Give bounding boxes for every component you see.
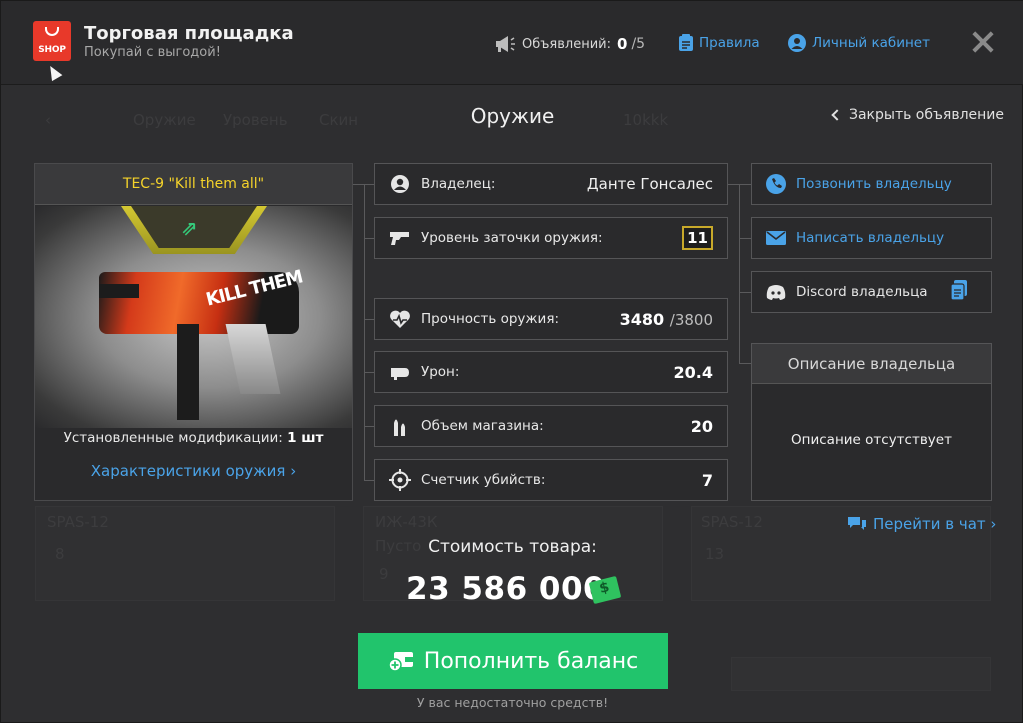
mods-label: Установленные модификации:	[63, 430, 283, 446]
kills-label: Счетчик убийств:	[421, 472, 546, 488]
call-owner-label: Позвонить владельцу	[796, 176, 952, 192]
owner-description-title: Описание владельца	[752, 344, 991, 384]
ads-label: Объявлений:	[522, 36, 612, 52]
kills-value: 7	[701, 470, 713, 490]
bullet-icon	[389, 361, 411, 383]
connector-line	[364, 184, 374, 185]
app-subtitle: Покупай с выгодой!	[84, 45, 221, 60]
shop-logo: SHOP	[33, 21, 71, 61]
megaphone-icon	[496, 36, 515, 52]
stat-owner: Владелец: Данте Гонсалес	[374, 163, 728, 205]
connector-line	[364, 372, 374, 373]
upgrade-value: 11	[682, 226, 713, 250]
wallet-add-icon	[388, 650, 414, 672]
write-owner-button[interactable]: Написать владельцу	[751, 217, 992, 259]
close-icon[interactable]	[970, 29, 996, 55]
bag-handle-icon	[45, 27, 59, 36]
heartbeat-icon	[389, 308, 411, 330]
copy-icon[interactable]	[950, 280, 967, 304]
mods-row: Установленные модификации: 1 шт	[35, 430, 352, 446]
connector-line	[364, 319, 374, 320]
ghost-card-title: SPAS-12	[47, 513, 109, 531]
logo-text: SHOP	[38, 45, 66, 55]
connector-line	[364, 426, 374, 427]
close-ad-button[interactable]: Закрыть объявление	[831, 107, 1004, 123]
connector-line	[739, 292, 751, 293]
write-owner-label: Написать владельцу	[796, 230, 945, 246]
durability-max: /3800	[669, 310, 713, 329]
stat-magazine: Объем магазина: 20	[374, 405, 728, 447]
mail-icon	[766, 228, 786, 248]
rules-doc-icon	[679, 34, 693, 51]
marketplace-window: SHOP Торговая площадка Покупай с выгодой…	[0, 0, 1023, 723]
connector-line	[739, 184, 751, 185]
discord-icon	[766, 282, 786, 302]
close-ad-label: Закрыть объявление	[849, 107, 1004, 123]
owner-value: Данте Гонсалес	[586, 175, 713, 193]
upgrade-label: Уровень заточки оружия:	[421, 230, 603, 246]
ammo-icon	[389, 415, 411, 437]
ghost-card-title: SPAS-12	[701, 513, 763, 531]
connector-line	[364, 480, 374, 481]
connector-line	[739, 363, 751, 364]
magazine-value: 20	[690, 416, 713, 436]
topup-balance-label: Пополнить баланс	[423, 648, 639, 674]
mods-value: 1 шт	[287, 430, 324, 446]
damage-label: Урон:	[421, 364, 460, 380]
owner-label: Владелец:	[421, 176, 496, 192]
owner-description-text: Описание отсутствует	[791, 432, 952, 448]
chat-icon	[848, 517, 866, 530]
durability-value: 3480	[619, 309, 665, 329]
gun-barrel	[99, 284, 139, 298]
characteristics-link[interactable]: Характеристики оружия ›	[35, 462, 352, 480]
stat-upgrade: Уровень заточки оружия: 11	[374, 217, 728, 259]
magazine-label: Объем магазина:	[421, 418, 544, 434]
phone-icon	[766, 174, 786, 194]
header: SHOP Торговая площадка Покупай с выгодой…	[1, 1, 1023, 85]
weapon-card: TEC-9 "Kill them all" ⇗ KILL THEM Устано…	[34, 163, 353, 501]
ads-counter: Объявлений: 0 /5	[494, 35, 645, 53]
rules-link[interactable]: Правила	[678, 34, 760, 52]
discord-owner-label: Discord владельца	[796, 284, 928, 300]
rules-label: Правила	[699, 35, 760, 51]
cabinet-link[interactable]: Личный кабинет	[788, 34, 930, 52]
cabinet-label: Личный кабинет	[812, 35, 930, 51]
connector-line	[364, 238, 374, 239]
user-circle-icon	[389, 173, 411, 195]
ads-max: /5	[631, 36, 646, 52]
stat-damage: Урон: 20.4	[374, 351, 728, 393]
topup-balance-button[interactable]: Пополнить баланс	[358, 633, 668, 689]
chevron-left-icon	[831, 109, 843, 121]
gun-magazine	[177, 324, 199, 420]
ghost-card-value: 9	[379, 565, 389, 583]
connector-line	[739, 184, 740, 364]
durability-value-group: 3480 /3800	[620, 310, 713, 329]
app-title: Торговая площадка	[84, 23, 294, 44]
price-value: 23 586 000	[406, 571, 606, 607]
gun-grip	[225, 324, 281, 394]
stat-kills: Счетчик убийств: 7	[374, 459, 728, 501]
weapon-name: TEC-9 "Kill them all"	[35, 164, 352, 205]
go-to-chat-label: Перейти в чат ›	[873, 515, 997, 533]
connector-line	[739, 238, 751, 239]
durability-label: Прочность оружия:	[421, 311, 559, 327]
damage-value: 20.4	[673, 362, 713, 382]
call-owner-button[interactable]: Позвонить владельцу	[751, 163, 992, 205]
price-label: Стоимость товара:	[428, 537, 597, 557]
ads-count: 0	[617, 35, 628, 53]
go-to-chat-link[interactable]: Перейти в чат ›	[847, 515, 996, 533]
insufficient-funds-note: У вас недостаточно средств!	[416, 695, 609, 710]
upgrade-arrows-icon: ⇗	[181, 216, 198, 240]
stat-durability: Прочность оружия: 3480 /3800	[374, 298, 728, 340]
discord-owner-row: Discord владельца	[751, 271, 992, 313]
weapon-image: ⇗ KILL THEM	[35, 206, 352, 428]
owner-description-box: Описание владельца Описание отсутствует	[751, 343, 992, 501]
crosshair-icon	[389, 469, 411, 491]
ghost-card-title: ИЖ-43К	[375, 513, 438, 531]
user-icon	[788, 34, 806, 52]
gun-icon	[389, 227, 411, 249]
connector-line	[364, 184, 365, 480]
ghost-button	[731, 657, 991, 691]
